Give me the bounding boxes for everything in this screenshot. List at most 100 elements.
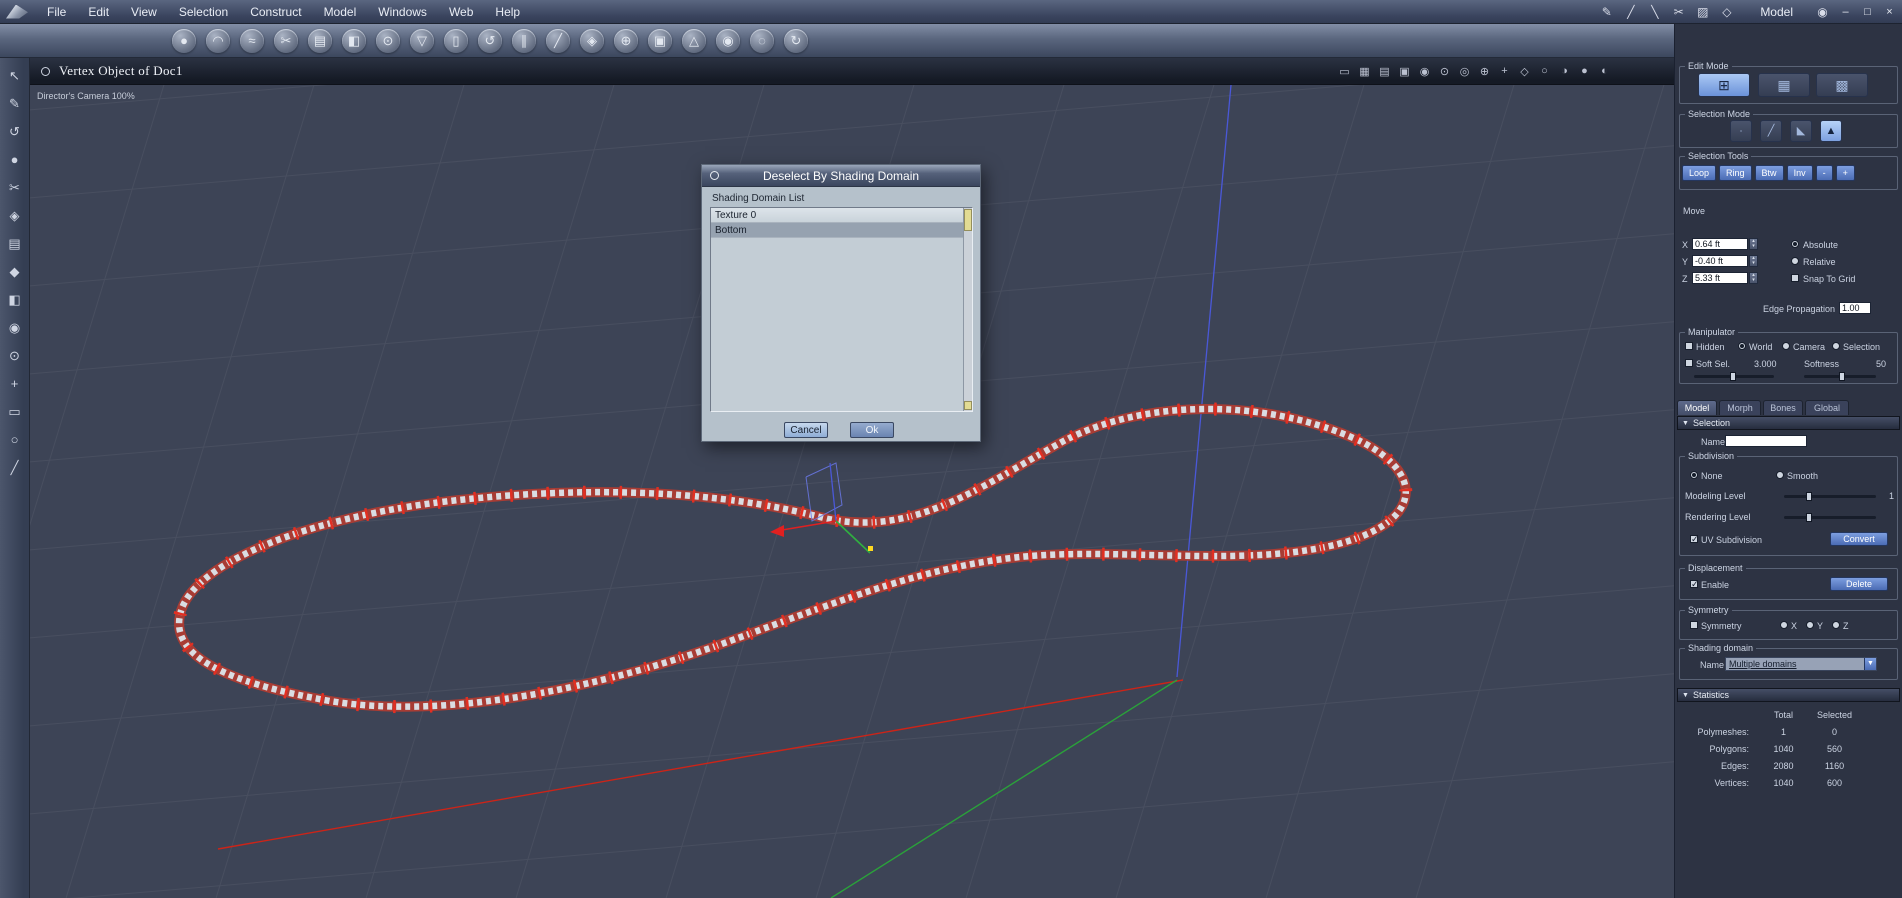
brush-icon[interactable]: ╲ — [1646, 5, 1663, 19]
select-object-button[interactable]: ▲ — [1820, 120, 1842, 142]
undo-arrow-icon[interactable]: ↺ — [478, 28, 502, 53]
paint-icon[interactable]: ✎ — [1598, 5, 1615, 19]
menu-item[interactable]: View — [120, 5, 168, 19]
soft-selection-slider[interactable] — [1694, 372, 1774, 381]
texture-icon[interactable]: ▨ — [1694, 5, 1711, 19]
add-tool-icon[interactable]: + — [11, 376, 19, 391]
selection-tool-button[interactable]: Btw — [1754, 165, 1784, 181]
smooth-tool-icon[interactable]: ◌ — [750, 28, 774, 53]
selection-tool-button[interactable]: Loop — [1682, 165, 1717, 181]
rendering-level-slider[interactable] — [1784, 513, 1876, 522]
scissors-tool-icon[interactable]: ✂ — [9, 180, 20, 195]
softness-slider[interactable] — [1804, 372, 1876, 381]
plane-tool-icon[interactable]: ▯ — [444, 28, 468, 53]
z-value-field[interactable] — [1692, 272, 1748, 284]
camera-radio[interactable] — [1782, 342, 1790, 350]
list-item-bottom[interactable]: Bottom — [711, 223, 972, 238]
sphere-primitive-icon[interactable]: ● — [172, 28, 196, 53]
sphere-tool-icon[interactable]: ● — [11, 152, 19, 167]
edge-propagation-field[interactable] — [1839, 302, 1871, 314]
rotate-tool-icon[interactable]: ↺ — [9, 124, 20, 139]
selection-tool-button[interactable]: - — [1815, 165, 1833, 181]
x-spin-down-icon[interactable]: ▾ — [1752, 244, 1755, 249]
orbit-icon[interactable]: ⊙ — [9, 348, 20, 363]
symmetry-y-radio[interactable] — [1806, 621, 1814, 629]
menu-item[interactable]: File — [36, 5, 77, 19]
dropdown-arrow-icon[interactable]: ▼ — [1864, 658, 1876, 670]
tab-morph[interactable]: Morph — [1719, 400, 1761, 415]
symmetry-x-radio[interactable] — [1780, 621, 1788, 629]
target-icon[interactable]: ◉ — [9, 320, 20, 335]
selection-name-field[interactable] — [1725, 435, 1807, 447]
selection-tool-button[interactable]: + — [1835, 165, 1855, 181]
half-shade-icon[interactable]: ◧ — [8, 292, 20, 307]
shield-c-icon[interactable]: ◎ — [1457, 65, 1472, 78]
track-mesh[interactable] — [172, 402, 1413, 714]
hidden-checkbox[interactable] — [1685, 342, 1693, 350]
edit-mode-button-3[interactable]: ▩ — [1816, 73, 1868, 97]
select-points-button[interactable]: ∙ — [1730, 120, 1752, 142]
menu-item[interactable]: Windows — [367, 5, 438, 19]
snap-to-grid-checkbox[interactable] — [1791, 274, 1799, 282]
statistics-section-header[interactable]: ▼ Statistics — [1677, 688, 1900, 702]
axis-icon[interactable]: + — [1497, 65, 1512, 78]
stack-tool-icon[interactable]: ▤ — [8, 236, 20, 251]
weld-tool-icon[interactable]: ⊙ — [376, 28, 400, 53]
select-faces-button[interactable]: ◣ — [1790, 120, 1812, 142]
line-tool-icon[interactable]: ╱ — [11, 460, 19, 475]
convert-button[interactable]: Convert — [1830, 532, 1888, 546]
surface-tool-icon[interactable]: ▤ — [308, 28, 332, 53]
minimize-button[interactable]: – — [1838, 6, 1853, 18]
modeling-level-slider[interactable] — [1784, 492, 1876, 501]
redo-arrow-icon[interactable]: ↻ — [784, 28, 808, 53]
grid-view-icon[interactable]: ▣ — [1397, 65, 1412, 78]
target-weld-icon[interactable]: ◉ — [716, 28, 740, 53]
menu-item[interactable]: Edit — [77, 5, 120, 19]
tab-bones[interactable]: Bones — [1763, 400, 1803, 415]
curve-tool-icon[interactable]: ≈ — [240, 28, 264, 53]
viewport-menu-icon[interactable] — [41, 66, 50, 76]
soft-selection-checkbox[interactable] — [1685, 359, 1693, 367]
cancel-button[interactable]: Cancel — [784, 422, 828, 438]
subdivision-none-radio[interactable] — [1690, 471, 1698, 479]
list-scrollbar[interactable] — [963, 208, 972, 411]
menu-item[interactable]: Selection — [168, 5, 239, 19]
zoom-tool-icon[interactable]: ○ — [11, 432, 19, 447]
selection-radio[interactable] — [1832, 342, 1840, 350]
knife-icon[interactable]: ✂ — [1670, 5, 1687, 19]
gem-tool-icon[interactable]: ◈ — [10, 208, 20, 223]
collapse-triangle-icon[interactable]: ▼ — [1682, 420, 1689, 427]
collapse-triangle-icon[interactable]: ▼ — [1682, 692, 1689, 699]
shading-domain-dropdown[interactable]: Multiple domains ▼ — [1725, 657, 1877, 671]
shield-b-icon[interactable]: ⊙ — [1437, 65, 1452, 78]
quad-view-icon[interactable]: ▦ — [1357, 65, 1372, 78]
menu-item[interactable]: Construct — [239, 5, 312, 19]
tab-model[interactable]: Model — [1677, 400, 1717, 415]
maximize-button[interactable]: □ — [1860, 6, 1875, 18]
boolean-add-icon[interactable]: ⊕ — [614, 28, 638, 53]
uv-subdivision-checkbox[interactable] — [1690, 534, 1699, 545]
close-button[interactable]: × — [1882, 6, 1897, 18]
marquee-select-icon[interactable]: ▭ — [8, 404, 20, 419]
dialog-title-bar[interactable]: Deselect By Shading Domain — [702, 165, 980, 187]
eye-icon[interactable]: ◉ — [1814, 5, 1831, 19]
relative-radio[interactable] — [1791, 257, 1799, 265]
diamond-tool-icon[interactable]: ◆ — [10, 264, 20, 279]
solid-sphere-icon[interactable]: ● — [1577, 65, 1592, 78]
triangle-tool-icon[interactable]: △ — [682, 28, 706, 53]
selection-tool-button[interactable]: Inv — [1786, 165, 1813, 181]
edit-mode-button-1[interactable]: ⊞ — [1698, 73, 1750, 97]
pencil-icon[interactable]: ╱ — [1622, 5, 1639, 19]
world-radio[interactable] — [1738, 342, 1746, 350]
x-spinner[interactable]: ▴ ▾ — [1749, 238, 1758, 250]
pen-tool-icon[interactable]: ✎ — [9, 96, 20, 111]
z-spinner[interactable]: ▴ ▾ — [1749, 272, 1758, 284]
arc-tool-icon[interactable]: ◠ — [206, 28, 230, 53]
scrollbar-thumb-top[interactable] — [964, 209, 972, 231]
x-value-field[interactable] — [1692, 238, 1748, 250]
half-sphere-icon[interactable]: ◑ — [1557, 65, 1572, 78]
displacement-enable-checkbox[interactable] — [1690, 579, 1699, 590]
edit-mode-button-2[interactable]: ▦ — [1758, 73, 1810, 97]
package-icon[interactable]: ◇ — [1718, 5, 1735, 19]
grid-snap-icon[interactable]: ▣ — [648, 28, 672, 53]
